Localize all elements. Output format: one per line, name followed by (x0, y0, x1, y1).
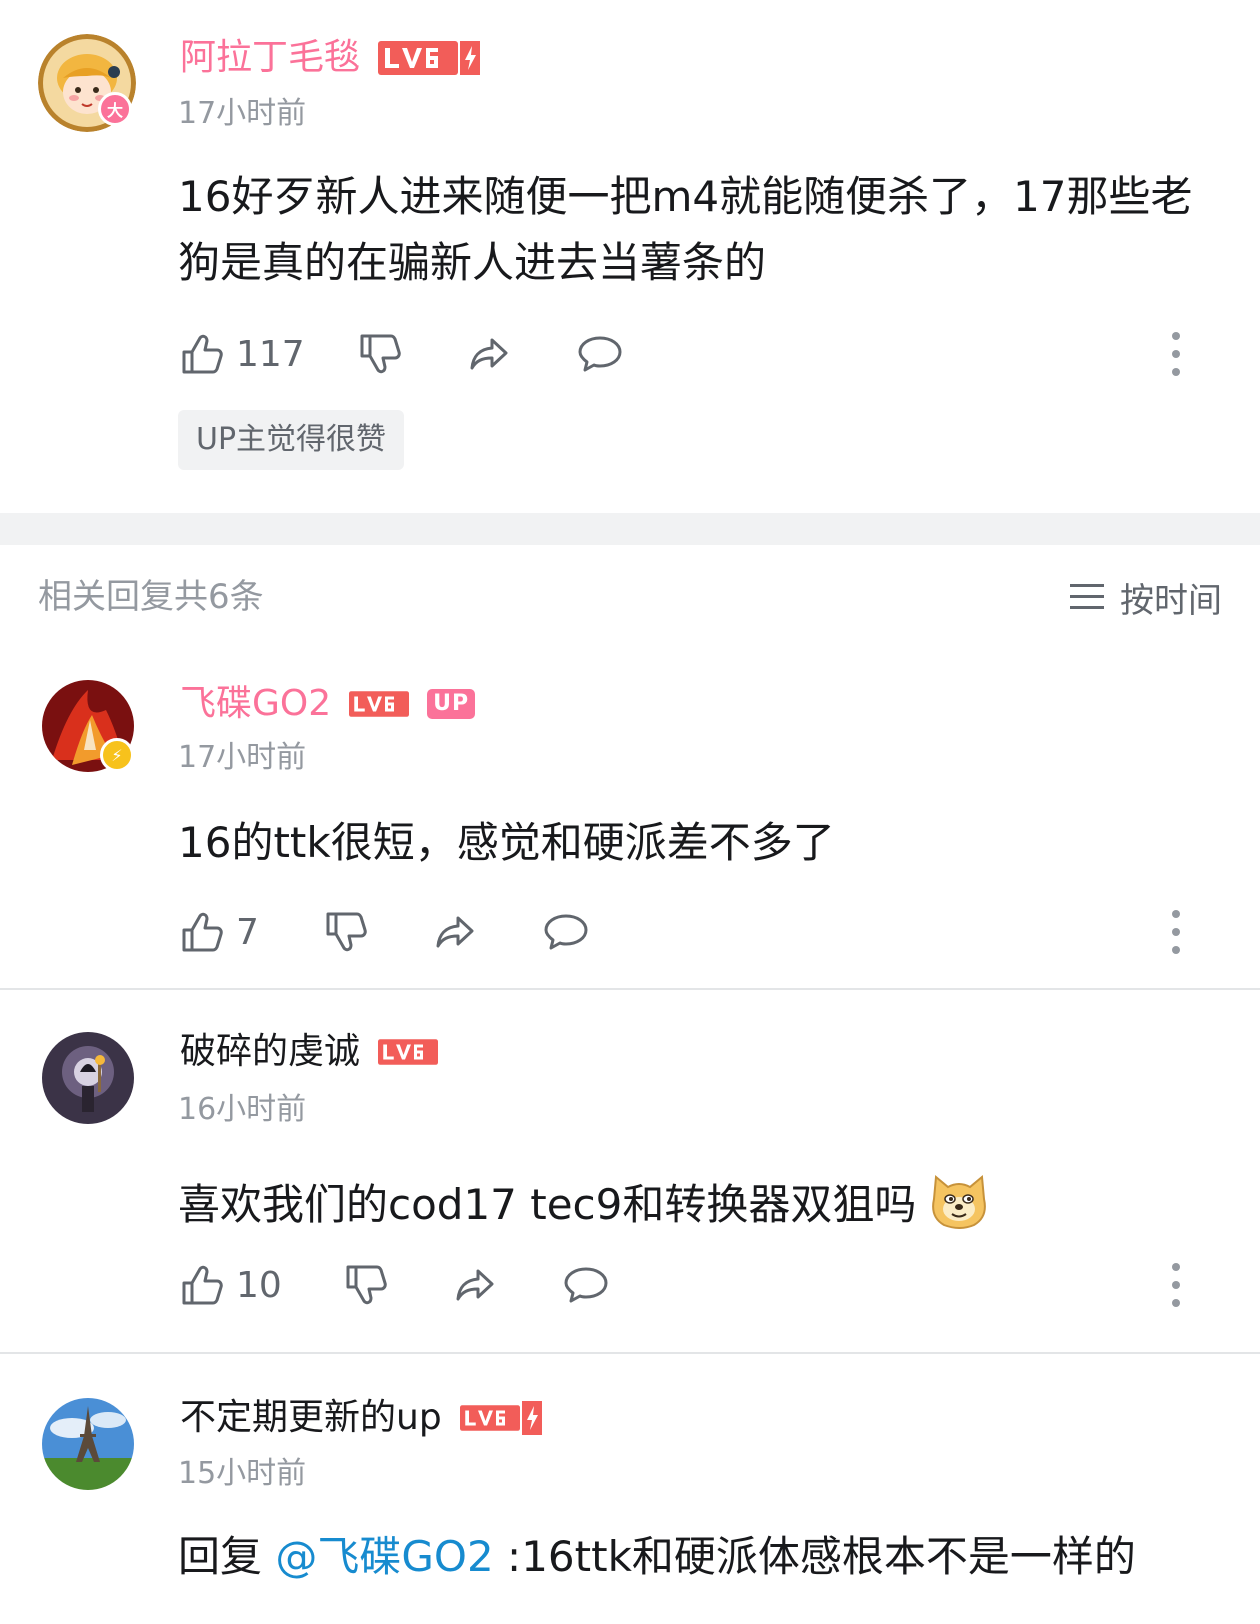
dislike-button[interactable] (356, 326, 404, 382)
action-bar: 10 (178, 1257, 1228, 1313)
section-divider (0, 513, 1260, 545)
up-tag: UP (427, 689, 476, 719)
share-icon (466, 330, 514, 378)
like-button[interactable]: 7 (178, 904, 259, 960)
like-count: 7 (236, 911, 259, 953)
share-button[interactable] (452, 1257, 500, 1313)
dislike-button[interactable] (322, 904, 370, 960)
comment-text: 喜欢我们的cod17 tec9和转换器双狙吗 (178, 1172, 1228, 1238)
comment-text: 16的ttk很短，感觉和硬派差不多了 (178, 818, 835, 867)
more-icon[interactable] (1166, 1257, 1186, 1313)
verified-bolt-icon: ⚡ (100, 738, 134, 772)
more-icon[interactable] (1166, 904, 1186, 960)
sort-icon (1070, 584, 1104, 609)
comment-icon (576, 330, 624, 378)
dislike-button[interactable] (342, 1257, 390, 1313)
comment-time: 16小时前 (178, 1092, 307, 1127)
doge-emoji (932, 1175, 987, 1229)
reply-button[interactable] (576, 326, 624, 382)
replies-header: 相关回复共6条 按时间 (38, 572, 1222, 622)
action-bar: 117 (178, 326, 1228, 382)
username-row: 不定期更新的up (180, 1396, 542, 1440)
like-icon (178, 908, 226, 956)
comment-icon (562, 1261, 610, 1309)
dislike-icon (356, 330, 404, 378)
comment-text-body: :16ttk和硬派体感根本不是一样的 (493, 1532, 1136, 1581)
sort-label: 按时间 (1120, 580, 1222, 621)
like-icon (178, 1261, 226, 1309)
reply-prefix: 回复 (178, 1532, 276, 1581)
like-button[interactable]: 117 (178, 326, 305, 382)
username-row: 阿拉丁毛毯 (180, 36, 480, 80)
dislike-icon (342, 1261, 390, 1309)
comment-text: 16好歹新人进来随便一把m4就能随便杀了，17那些老狗是真的在骗新人进去当薯条的 (178, 172, 1193, 287)
level-badge-icon (349, 687, 409, 721)
reply-count: 相关回复共6条 (38, 577, 264, 617)
level-badge-icon (460, 1401, 542, 1435)
dislike-icon (322, 908, 370, 956)
comment-icon (542, 908, 590, 956)
avatar[interactable] (42, 1032, 134, 1124)
avatar-dark-character-icon (42, 1032, 134, 1124)
level-badge-icon (378, 41, 480, 75)
username-row: 飞碟GO2 UP (180, 682, 476, 726)
share-icon (452, 1261, 500, 1309)
divider (0, 988, 1260, 990)
action-bar: 7 (178, 904, 1228, 960)
reply-button[interactable] (562, 1257, 610, 1313)
like-count: 117 (236, 333, 305, 375)
avatar-eiffel-tower-icon (42, 1398, 134, 1490)
comment-time: 17小时前 (178, 740, 307, 775)
more-icon[interactable] (1166, 326, 1186, 382)
comment-text-body: 喜欢我们的cod17 tec9和转换器双狙吗 (178, 1180, 917, 1229)
reply-button[interactable] (542, 904, 590, 960)
sort-button[interactable]: 按时间 (1068, 572, 1222, 622)
like-icon (178, 330, 226, 378)
username[interactable]: 不定期更新的up (180, 1396, 442, 1440)
comment-time: 15小时前 (178, 1456, 307, 1491)
avatar[interactable]: 大 (38, 34, 136, 132)
level-badge-icon (378, 1035, 438, 1069)
username-row: 破碎的虔诚 (180, 1030, 438, 1074)
comment-text: 回复 @飞碟GO2 :16ttk和硬派体感根本不是一样的 (178, 1524, 1228, 1590)
share-button[interactable] (466, 326, 514, 382)
vip-badge-icon: 大 (98, 92, 132, 126)
username[interactable]: 飞碟GO2 (180, 682, 331, 726)
share-button[interactable] (432, 904, 480, 960)
username[interactable]: 破碎的虔诚 (180, 1030, 360, 1074)
avatar[interactable]: ⚡ (42, 680, 134, 772)
share-icon (432, 908, 480, 956)
divider (0, 1352, 1260, 1354)
avatar[interactable] (42, 1398, 134, 1490)
like-button[interactable]: 10 (178, 1257, 282, 1313)
comment-time: 17小时前 (178, 96, 307, 131)
username[interactable]: 阿拉丁毛毯 (180, 36, 360, 80)
like-count: 10 (236, 1264, 282, 1306)
up-liked-tag: UP主觉得很赞 (178, 410, 405, 470)
mention-link[interactable]: @飞碟GO2 (275, 1532, 493, 1581)
